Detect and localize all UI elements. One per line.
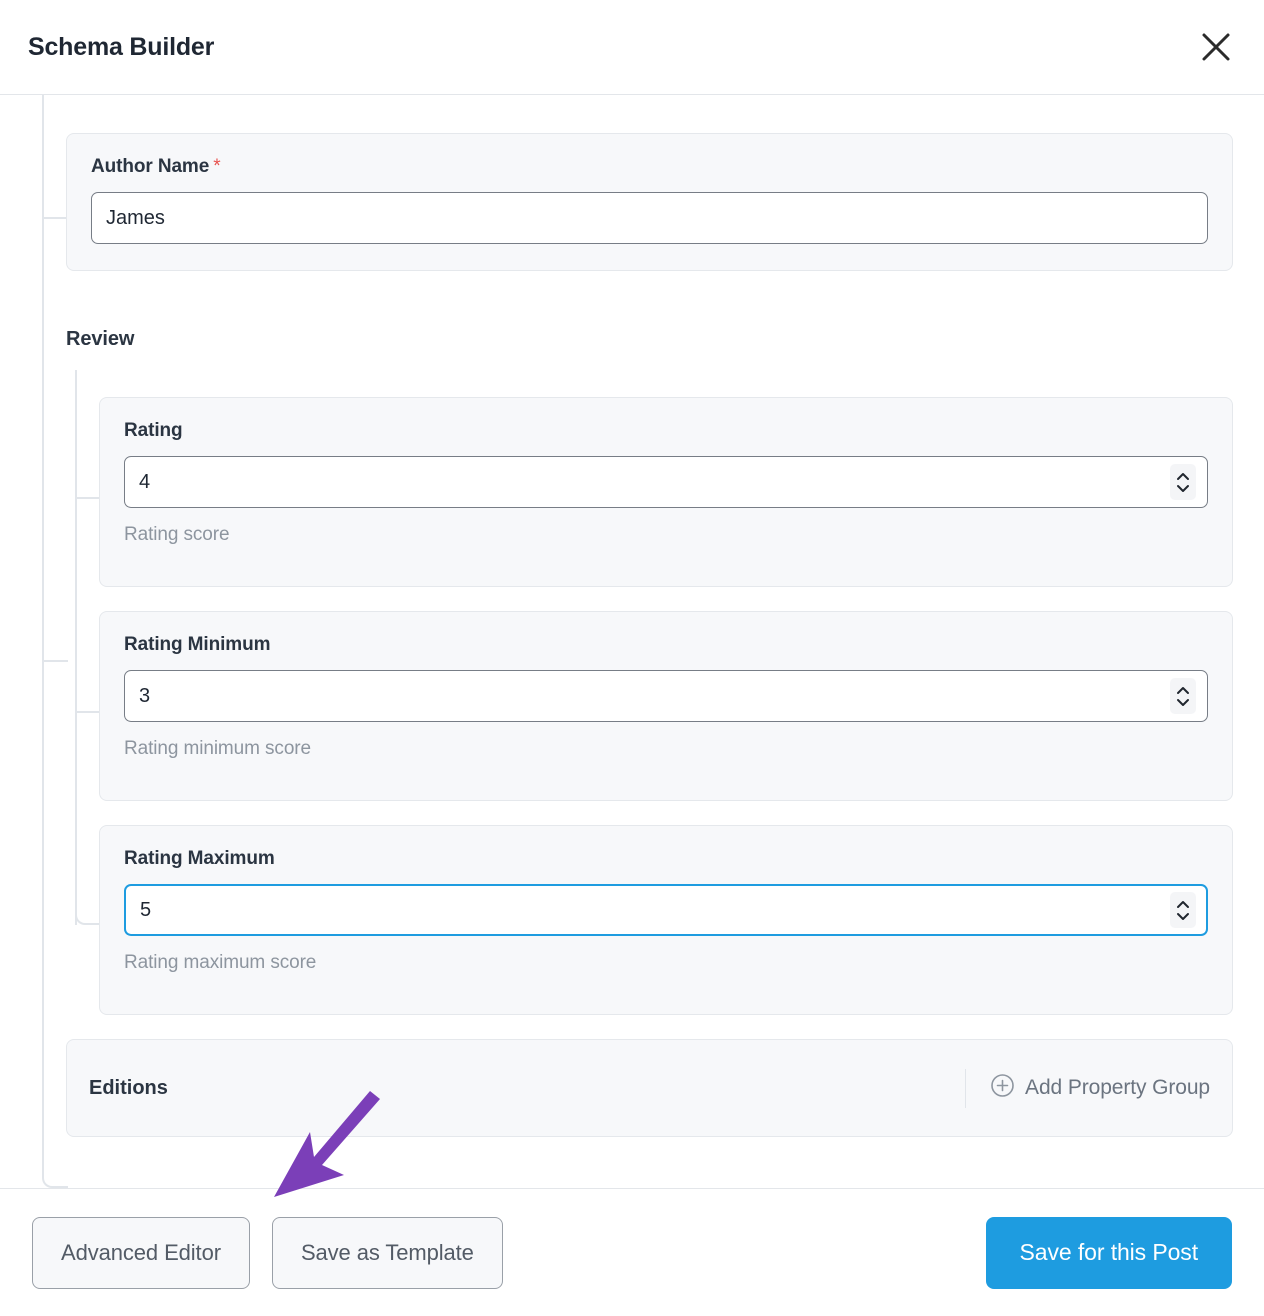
field-help-rating: Rating score (124, 524, 230, 545)
stepper-icon-rating[interactable] (1170, 464, 1196, 500)
schema-builder-modal: Schema Builder Author Name * James Revie… (0, 0, 1264, 1316)
stepper-icon-rating-maximum[interactable] (1170, 892, 1196, 928)
close-icon (1199, 30, 1233, 64)
schema-tree-body[interactable]: Author Name* Review Rating Rating score … (0, 95, 1264, 1188)
plus-circle-icon (990, 1073, 1015, 1104)
tree-connector-rating (77, 497, 101, 499)
add-property-group-label: Add Property Group (1025, 1076, 1210, 1099)
field-label-rating: Rating (124, 420, 183, 441)
stepper-icon-rating-minimum[interactable] (1170, 678, 1196, 714)
rating-input[interactable] (124, 456, 1208, 508)
add-property-group-button[interactable]: Add Property Group (965, 1068, 1210, 1108)
tree-connector-author-name (44, 217, 68, 219)
field-label-rating-minimum: Rating Minimum (124, 634, 271, 655)
page-title: Schema Builder (28, 32, 215, 61)
rating-minimum-input[interactable] (124, 670, 1208, 722)
number-input-wrapper-rating (124, 456, 1208, 508)
number-input-wrapper-rating-minimum (124, 670, 1208, 722)
number-input-wrapper-rating-maximum (124, 884, 1208, 936)
tree-connector-editions-group (42, 1162, 68, 1188)
field-label-author-name: Author Name (91, 156, 210, 177)
field-card-rating-maximum: Rating Maximum Rating maximum score (99, 825, 1233, 1015)
author-name-input[interactable] (91, 192, 1208, 244)
group-title-editions: Editions (89, 1076, 168, 1099)
modal-footer: Advanced Editor Save as Template Save fo… (0, 1188, 1264, 1316)
tree-trunk-line (42, 95, 44, 1172)
required-indicator: * (213, 156, 221, 177)
tree-connector-rating-minimum (77, 711, 101, 713)
field-card-author-name: Author Name * (66, 133, 1233, 271)
tree-connector-rating-maximum (75, 899, 101, 925)
field-label-rating-maximum: Rating Maximum (124, 848, 275, 869)
field-help-rating-maximum: Rating maximum score (124, 952, 317, 973)
advanced-editor-button[interactable]: Advanced Editor (32, 1216, 250, 1289)
field-help-rating-minimum: Rating minimum score (124, 738, 311, 759)
group-card-editions: Editions Add Property Group (66, 1039, 1233, 1137)
group-heading-review: Review (66, 328, 135, 350)
close-button[interactable] (1190, 21, 1242, 73)
save-as-template-button[interactable]: Save as Template (271, 1216, 503, 1289)
tree-connector-review-group (44, 660, 68, 662)
field-card-rating-minimum: Rating Minimum Rating minimum score (99, 611, 1233, 801)
modal-header: Schema Builder (0, 0, 1264, 95)
rating-maximum-input[interactable] (124, 884, 1208, 936)
field-card-rating: Rating Rating score (99, 397, 1233, 587)
tree-branch-line-review (75, 370, 77, 925)
save-for-this-post-button[interactable]: Save for this Post (985, 1216, 1232, 1289)
